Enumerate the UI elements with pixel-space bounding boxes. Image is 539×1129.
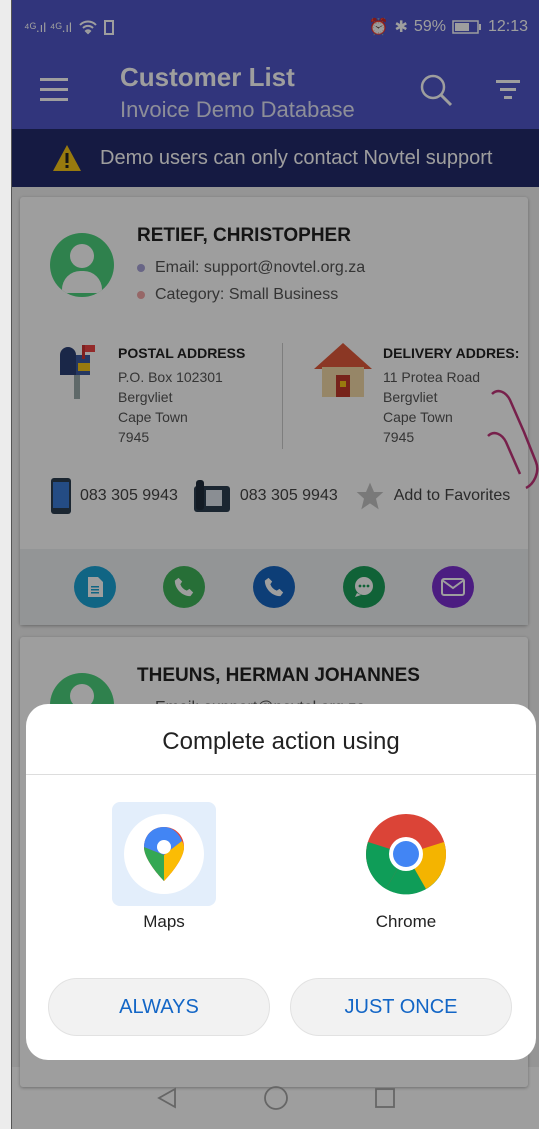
app-label-maps: Maps (143, 912, 185, 931)
chrome-icon[interactable] (354, 802, 458, 906)
phone-screen: ⁴ᴳ.ıl ⁴ᴳ.ıl ⏰ ✱ 59% 12:13 Customer List … (11, 0, 539, 1129)
app-option-maps[interactable]: Maps (112, 802, 216, 932)
always-button[interactable]: ALWAYS (48, 978, 270, 1036)
back-icon[interactable] (155, 1086, 179, 1110)
navigation-bar (12, 1067, 539, 1129)
app-option-chrome[interactable]: Chrome (354, 802, 458, 932)
just-once-button[interactable]: JUST ONCE (290, 978, 512, 1036)
recents-icon[interactable] (373, 1086, 397, 1110)
app-label-chrome: Chrome (375, 912, 437, 931)
screen-frame: ⁴ᴳ.ıl ⁴ᴳ.ıl ⏰ ✱ 59% 12:13 Customer List … (0, 0, 539, 1129)
dialog-title: Complete action using (162, 728, 400, 755)
home-icon[interactable] (263, 1085, 289, 1111)
chooser-dialog: Complete action using Maps Chrome ALWAYS… (26, 704, 536, 1060)
google-maps-icon[interactable] (112, 802, 216, 906)
dialog-divider (26, 774, 536, 775)
